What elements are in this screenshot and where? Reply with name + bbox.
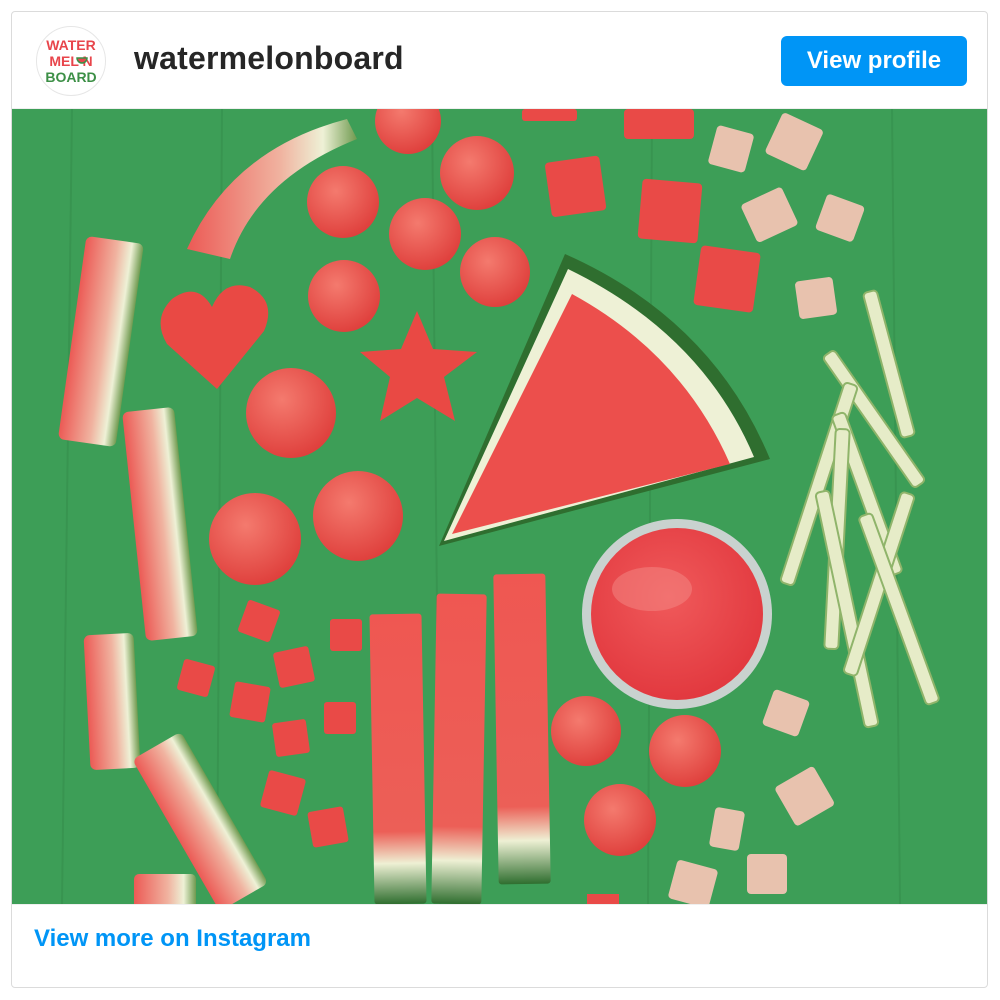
account-username[interactable]: watermelonboard [134, 40, 404, 77]
svg-text:WATER: WATER [46, 37, 96, 53]
juice-glass [582, 519, 772, 709]
watermelon-arrangement-image [12, 109, 987, 904]
view-more-on-instagram-link[interactable]: View more on Instagram [34, 925, 311, 953]
post-header: WATER MEL N BOARD watermelonboard View p… [12, 12, 987, 108]
svg-text:BOARD: BOARD [45, 69, 96, 85]
instagram-embed-card: WATER MEL N BOARD watermelonboard View p… [11, 11, 988, 988]
post-photo[interactable] [12, 108, 987, 905]
post-footer: View more on Instagram [12, 903, 987, 987]
account-avatar[interactable]: WATER MEL N BOARD [36, 26, 106, 96]
view-profile-button[interactable]: View profile [781, 36, 967, 86]
watermelon-board-logo-icon: WATER MEL N BOARD [38, 28, 104, 94]
